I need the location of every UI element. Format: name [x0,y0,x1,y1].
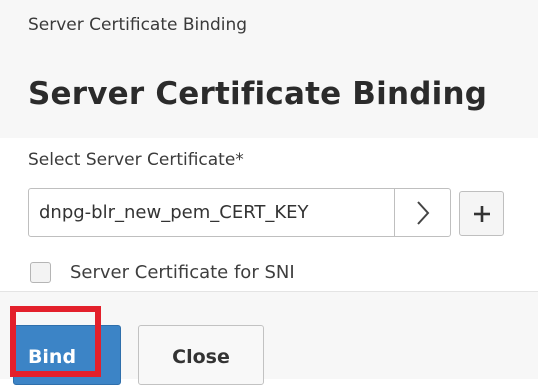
chevron-right-icon[interactable] [394,189,450,236]
sni-checkbox-label: Server Certificate for SNI [70,261,295,283]
highlight-box [10,306,101,377]
server-certificate-value: dnpg-blr_new_pem_CERT_KEY [39,202,309,223]
add-certificate-button[interactable] [459,191,504,236]
plus-icon [473,205,490,222]
select-certificate-label: Select Server Certificate* [28,150,244,170]
sni-checkbox[interactable] [30,261,51,283]
close-button[interactable]: Close [138,325,264,385]
breadcrumb: Server Certificate Binding [28,15,248,35]
page-title: Server Certificate Binding [28,76,488,112]
sni-checkbox-row[interactable]: Server Certificate for SNI [30,258,295,286]
close-button-label: Close [172,346,230,368]
server-certificate-select[interactable]: dnpg-blr_new_pem_CERT_KEY [28,188,451,237]
